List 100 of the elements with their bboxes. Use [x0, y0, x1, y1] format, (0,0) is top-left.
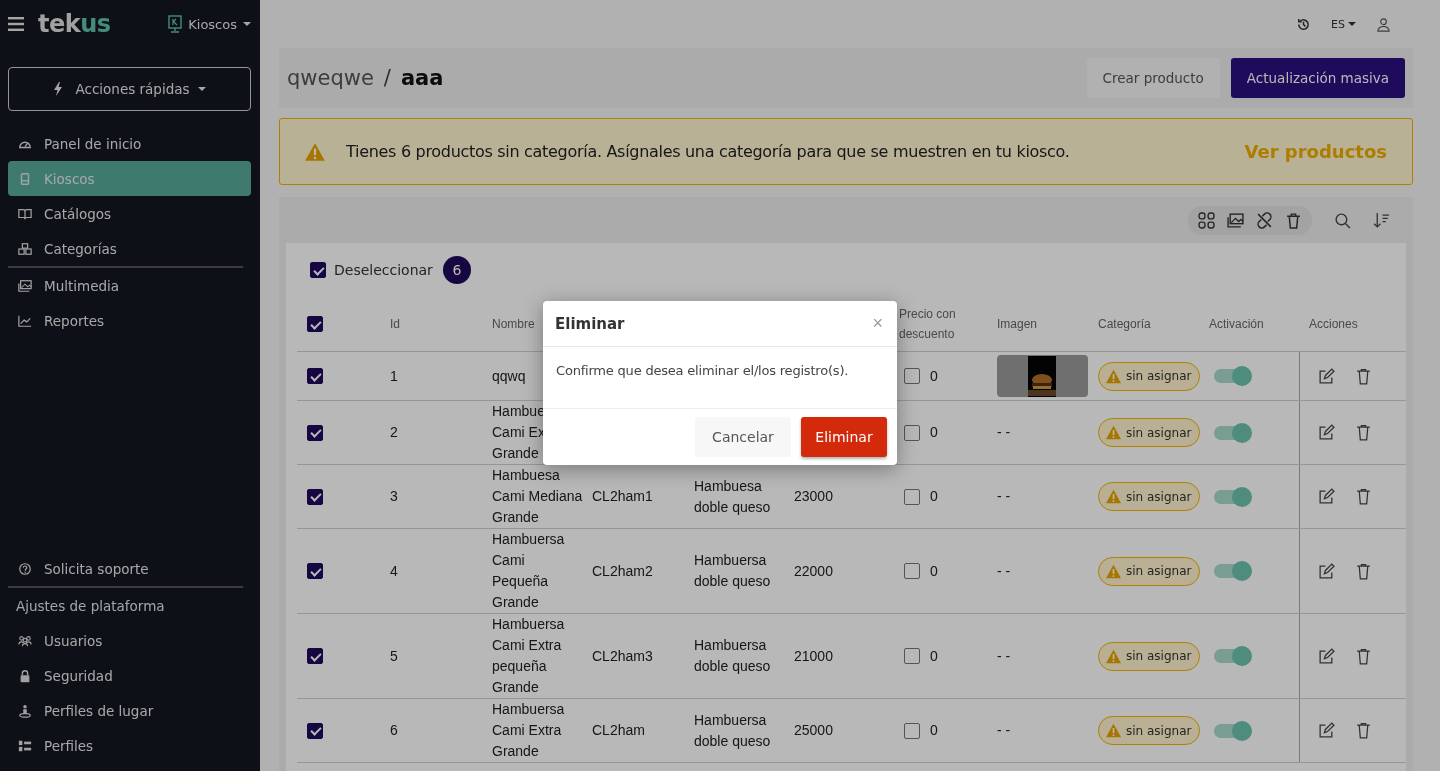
edit-icon[interactable]: [1318, 562, 1335, 580]
table-cell-text: 0: [930, 423, 938, 442]
table-cell-text: 0: [930, 646, 938, 666]
language-selector[interactable]: ES: [1331, 17, 1356, 31]
breadcrumb-link[interactable]: qweqwe: [287, 66, 374, 90]
table-cell-text: Hambuesa Cami Mediana Grande: [492, 466, 583, 527]
table-cell-text: 2: [390, 423, 398, 442]
nav-item[interactable]: Perfiles de lugar: [8, 693, 251, 728]
activation-toggle[interactable]: [1214, 369, 1250, 383]
checkbox[interactable]: [904, 648, 920, 664]
table-cell-text: 21000: [794, 646, 833, 666]
checkbox[interactable]: [904, 424, 920, 441]
delete-button[interactable]: Eliminar: [801, 417, 887, 457]
checkbox[interactable]: [904, 722, 920, 739]
activation-toggle[interactable]: [1214, 564, 1250, 578]
caret-icon: [243, 22, 251, 26]
sort-icon[interactable]: [1373, 211, 1390, 229]
table-cell-text: 4: [390, 561, 398, 581]
checkbox[interactable]: [307, 648, 323, 664]
images-icon[interactable]: [1227, 211, 1244, 229]
nav-item[interactable]: Seguridad: [8, 658, 251, 693]
bulk-update-button[interactable]: Actualización masiva: [1230, 58, 1405, 98]
kiosk-icon: [18, 171, 32, 186]
checkbox[interactable]: [307, 722, 323, 739]
cancel-button[interactable]: Cancelar: [695, 417, 791, 457]
edit-icon[interactable]: [1318, 488, 1335, 505]
nav-item[interactable]: Usuarios: [8, 623, 251, 658]
nav-item[interactable]: Catálogos: [8, 196, 251, 231]
column-header: Acciones: [1309, 316, 1358, 333]
quick-actions-button[interactable]: Acciones rápidas: [8, 67, 251, 111]
create-product-button[interactable]: Crear producto: [1086, 58, 1220, 98]
activation-toggle[interactable]: [1214, 723, 1250, 738]
table-cell-text: 23000: [794, 487, 833, 506]
nav-item[interactable]: Panel de inicio: [8, 126, 251, 161]
trash-icon[interactable]: [1355, 647, 1372, 665]
nav-item[interactable]: Reportes: [8, 303, 251, 338]
warning-icon: [304, 141, 326, 162]
trash-icon[interactable]: [1355, 488, 1372, 505]
checkbox[interactable]: [307, 488, 323, 505]
category-badge: sin asignar: [1098, 556, 1201, 586]
column-header: Activación: [1209, 316, 1264, 333]
unlink-icon[interactable]: [1256, 211, 1273, 229]
column-header: Id: [390, 316, 400, 333]
nav-item[interactable]: Perfiles: [8, 728, 251, 763]
page-title: aaa: [400, 66, 444, 90]
kiosk-dropdown[interactable]: Kioscos: [168, 15, 251, 33]
nav-item[interactable]: Categorías: [8, 231, 251, 266]
checkbox[interactable]: [904, 488, 920, 505]
activation-toggle[interactable]: [1214, 489, 1250, 504]
nav-item[interactable]: Multimedia: [8, 268, 251, 303]
category-badge: sin asignar: [1098, 482, 1201, 511]
checkbox[interactable]: [904, 368, 920, 384]
list-icon: [18, 738, 32, 753]
trash-icon[interactable]: [1355, 424, 1372, 441]
images-icon: [18, 278, 32, 293]
search-icon[interactable]: [1334, 211, 1351, 229]
activation-toggle[interactable]: [1214, 425, 1250, 440]
table-cell-text: 22000: [794, 561, 833, 581]
category-badge: sin asignar: [1098, 641, 1201, 671]
table-cell-text: Hambuesa doble queso: [694, 476, 771, 517]
trash-icon[interactable]: [1355, 722, 1372, 739]
caret-icon: [197, 87, 206, 91]
user-icon[interactable]: [1376, 16, 1391, 32]
checkbox[interactable]: [307, 368, 323, 384]
table-cell-text: 1: [390, 366, 398, 386]
checkbox[interactable]: [307, 563, 323, 579]
table-cell-text: 5: [390, 646, 398, 666]
table-cell-text: 25000: [794, 721, 833, 740]
alert-message: Tienes 6 productos sin categoría. Asígnales una categoría para que se muestren en tu kiosco.: [346, 142, 1070, 161]
edit-icon[interactable]: [1318, 367, 1335, 385]
history-icon[interactable]: [1296, 16, 1312, 32]
nav-item[interactable]: Solicita soporte: [8, 551, 251, 586]
activation-toggle[interactable]: [1214, 649, 1250, 663]
edit-icon[interactable]: [1318, 722, 1335, 739]
checkbox[interactable]: [307, 316, 323, 332]
table-cell-text: - -: [997, 423, 1011, 442]
edit-icon[interactable]: [1318, 424, 1335, 441]
checkbox[interactable]: [904, 563, 920, 579]
table-cell-text: Hambuersa Cami Extra Grande: [492, 700, 565, 761]
table-cell-text: 0: [930, 487, 938, 506]
checkbox[interactable]: [307, 424, 323, 441]
category-badge: sin asignar: [1098, 716, 1201, 745]
trash-icon[interactable]: [1285, 211, 1302, 229]
users-icon: [18, 633, 32, 648]
edit-icon[interactable]: [1318, 647, 1335, 665]
column-header: Imagen: [997, 316, 1038, 333]
table-cell-text: 3: [390, 487, 398, 506]
table-cell-text: 0: [930, 366, 938, 386]
table-cell-text: Hambuersa doble queso: [694, 636, 771, 676]
grid-icon[interactable]: [1198, 211, 1215, 229]
trash-icon[interactable]: [1355, 367, 1372, 385]
table-cell-text: 6: [390, 721, 398, 740]
deselect-label[interactable]: Deseleccionar: [334, 262, 433, 278]
table-cell-text: CL2ham: [592, 721, 645, 740]
kiosk-icon: [168, 15, 183, 33]
menu-icon[interactable]: [8, 17, 24, 31]
table-cell-text: CL2ham2: [592, 561, 653, 581]
checkbox[interactable]: [310, 262, 326, 278]
trash-icon[interactable]: [1355, 562, 1372, 580]
table-cell-text: Hambuersa Cami Extra pequeña Grande: [492, 615, 565, 697]
